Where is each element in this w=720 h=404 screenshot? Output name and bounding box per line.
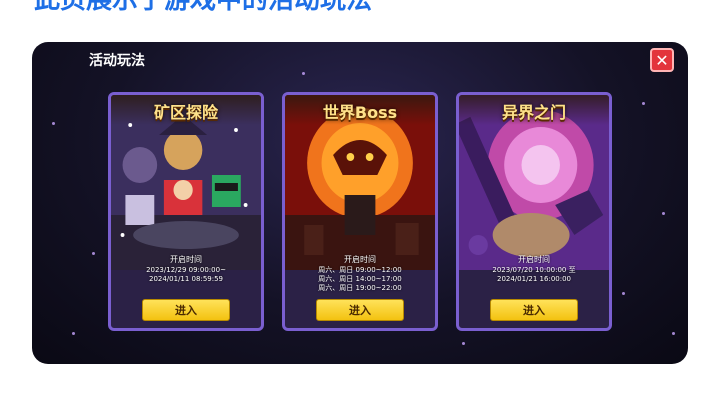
close-icon: ✕ (655, 50, 669, 70)
page-caption: 此页展示了游戏中的活动玩法 (0, 0, 720, 14)
enter-button[interactable]: 进入 (316, 299, 404, 321)
open-time-line: 2023/12/29 09:00:00~ (146, 266, 226, 274)
open-time-label: 开启时间 (170, 255, 202, 264)
enter-button[interactable]: 进入 (490, 299, 578, 321)
open-time-info: 开启时间 2023/07/20 10:00:00 至 2024/01/21 16… (459, 255, 609, 284)
card-otherworld-gate[interactable]: 异界之门 开启时间 2023/07/20 10:00:00 至 2024/01/… (456, 92, 612, 331)
enter-button[interactable]: 进入 (142, 299, 230, 321)
card-world-boss[interactable]: 世界Boss 开启时间 周六、周日 09:00~12:00 周六、周日 14:0… (282, 92, 438, 331)
card-title: 矿区探险 (153, 103, 218, 122)
panel-title: 活动玩法 (89, 53, 145, 69)
card-mine-adventure[interactable]: 矿区探险 开启时间 2023/12/29 09:00:00~ 2024/01/1… (108, 92, 264, 331)
open-time-line: 周六、周日 19:00~22:00 (318, 284, 402, 292)
open-time-line: 周六、周日 14:00~17:00 (318, 275, 402, 283)
activity-panel: 活动玩法 ✕ 矿区探险 开启时间 2023/12/29 09:00:00~ 20… (32, 42, 688, 364)
open-time-line: 周六、周日 09:00~12:00 (318, 266, 402, 274)
open-time-line: 2023/07/20 10:00:00 至 (492, 266, 576, 274)
card-title: 异界之门 (501, 103, 566, 122)
open-time-line: 2024/01/21 16:00:00 (496, 275, 571, 283)
card-title: 世界Boss (322, 103, 398, 122)
open-time-label: 开启时间 (518, 255, 550, 264)
open-time-info: 开启时间 周六、周日 09:00~12:00 周六、周日 14:00~17:00… (285, 255, 435, 293)
open-time-line: 2024/01/11 08:59:59 (148, 275, 223, 283)
open-time-label: 开启时间 (344, 255, 376, 264)
close-button[interactable]: ✕ (650, 48, 674, 72)
open-time-info: 开启时间 2023/12/29 09:00:00~ 2024/01/11 08:… (111, 255, 261, 284)
